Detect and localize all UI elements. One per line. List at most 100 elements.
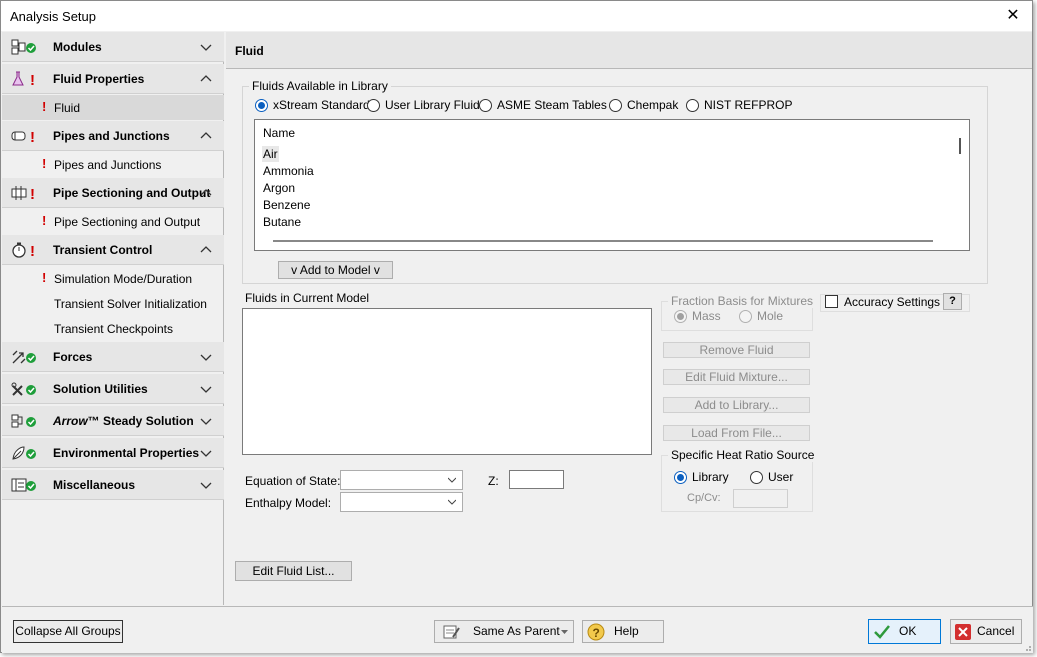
accuracy-settings-checkbox[interactable] [825, 295, 838, 308]
panel-title: Fluid [235, 44, 264, 58]
vertical-scrollbar-thumb[interactable] [959, 138, 961, 154]
collapse-all-groups-button[interactable]: Collapse All Groups [13, 620, 123, 643]
close-icon[interactable]: ✕ [1002, 6, 1024, 26]
sidebar-item-simulation-mode[interactable]: ! Simulation Mode/Duration [2, 266, 224, 291]
chevron-down-icon[interactable] [199, 414, 213, 428]
equation-of-state-select[interactable] [340, 470, 463, 490]
resize-grip-icon[interactable] [1022, 642, 1032, 652]
library-fluid-list[interactable]: Name Air Ammonia Argon Benzene Butane [254, 119, 970, 251]
chevron-down-icon [448, 499, 456, 505]
list-item[interactable]: Butane [262, 214, 302, 230]
sidebar-item-transient-checkpoints[interactable]: Transient Checkpoints [2, 316, 224, 341]
sidebar-item-transient-solver-initialization[interactable]: Transient Solver Initialization [2, 291, 224, 316]
svg-text:!: ! [30, 72, 35, 87]
chevron-up-icon[interactable] [199, 243, 213, 257]
sidebar-item-label: Transient Checkpoints [54, 322, 173, 336]
cancel-button[interactable]: Cancel [950, 619, 1022, 644]
sidebar-item-pipes-and-junctions[interactable]: ! Pipes and Junctions [2, 152, 224, 177]
radio-label: User Library Fluid [385, 98, 480, 112]
sidebar-group-label: Miscellaneous [53, 478, 136, 492]
list-item[interactable]: Benzene [262, 197, 311, 213]
fraction-mass-radio[interactable]: Mass [674, 309, 721, 323]
footer-bar: Collapse All Groups Same As Parent ? Hel… [2, 606, 1033, 653]
radio-indicator [367, 98, 380, 112]
arrow-brand: Arrow [53, 414, 88, 428]
sidebar-group-transient-control[interactable]: ! Transient Control [2, 235, 224, 265]
sidebar-group-modules[interactable]: Modules [2, 32, 224, 62]
fraction-mole-radio[interactable]: Mole [739, 309, 783, 323]
chevron-up-icon[interactable] [199, 129, 213, 143]
flask-icon: ! [12, 71, 35, 87]
chevron-down-icon[interactable] [199, 478, 213, 492]
z-input[interactable] [509, 470, 564, 489]
sidebar-group-pipe-sectioning[interactable]: ! Pipe Sectioning and Output [2, 178, 224, 208]
add-to-library-button[interactable]: Add to Library... [663, 397, 810, 413]
cpcv-input[interactable] [733, 489, 788, 508]
radio-indicator [686, 98, 699, 112]
source-xstream-standard-radio[interactable]: xStream Standard [255, 98, 370, 112]
remove-fluid-button[interactable]: Remove Fluid [663, 342, 810, 358]
accuracy-help-button[interactable]: ? [943, 293, 962, 310]
edit-fluid-mixture-button[interactable]: Edit Fluid Mixture... [663, 369, 810, 385]
enthalpy-model-select[interactable] [340, 492, 463, 512]
help-button[interactable]: ? Help [582, 620, 664, 643]
list-item[interactable]: Ammonia [262, 163, 315, 179]
chevron-down-icon[interactable] [199, 446, 213, 460]
cancel-icon [955, 624, 971, 640]
radio-label: Mole [757, 309, 784, 323]
source-asme-steam-radio[interactable]: ASME Steam Tables [479, 98, 607, 112]
radio-indicator [739, 309, 752, 323]
sidebar-group-miscellaneous[interactable]: Miscellaneous [2, 470, 224, 500]
chevron-down-icon [448, 477, 456, 483]
sidebar-group-label: Fluid Properties [53, 72, 145, 86]
pipes-icon: ! [11, 129, 35, 144]
same-as-parent-label: Same As Parent [473, 624, 560, 638]
pipe-sectioning-icon: ! [11, 186, 35, 201]
chevron-up-icon[interactable] [199, 72, 213, 86]
add-to-model-button[interactable]: v Add to Model v [278, 261, 393, 279]
source-chempak-radio[interactable]: Chempak [609, 98, 678, 112]
horizontal-scrollbar-thumb[interactable] [273, 240, 933, 242]
stopwatch-icon: ! [12, 242, 35, 258]
steady-solution-icon [11, 414, 36, 428]
sidebar-group-steady-solution[interactable]: Arrow™ Steady Solution [2, 406, 224, 436]
list-item[interactable]: Argon [262, 180, 296, 196]
environment-icon [12, 446, 36, 460]
sidebar-item-pipe-sectioning-and-output[interactable]: ! Pipe Sectioning and Output [2, 209, 224, 234]
sidebar-group-solution-utilities[interactable]: Solution Utilities [2, 374, 224, 404]
chevron-down-icon[interactable] [199, 382, 213, 396]
accuracy-settings-label: Accuracy Settings [844, 295, 941, 309]
ok-label: OK [899, 624, 917, 638]
sidebar-item-fluid[interactable]: ! Fluid [2, 95, 224, 120]
sidebar-group-environmental-properties[interactable]: Environmental Properties [2, 438, 224, 468]
sidebar-group-label: Modules [53, 40, 102, 54]
sidebar-group-label-text: ™ Steady Solution [87, 414, 194, 428]
radio-indicator [479, 98, 492, 112]
edit-fluid-list-button[interactable]: Edit Fluid List... [235, 561, 352, 581]
sidebar-group-forces[interactable]: Forces [2, 342, 224, 372]
current-model-fluid-list[interactable] [242, 308, 652, 455]
sidebar-group-label: Solution Utilities [53, 382, 148, 396]
sidebar-group-fluid-properties[interactable]: ! Fluid Properties [2, 64, 224, 94]
radio-label: ASME Steam Tables [497, 98, 607, 112]
chevron-up-icon[interactable] [199, 186, 213, 200]
specific-heat-user-radio[interactable]: User [750, 470, 793, 484]
notepad-icon [443, 625, 460, 639]
specific-heat-library-radio[interactable]: Library [674, 470, 729, 484]
same-as-parent-button[interactable]: Same As Parent [434, 620, 574, 643]
help-label: Help [614, 624, 639, 638]
load-from-file-button[interactable]: Load From File... [663, 425, 810, 441]
ok-button[interactable]: OK [868, 619, 941, 644]
source-nist-refprop-radio[interactable]: NIST REFPROP [686, 98, 792, 112]
source-user-library-radio[interactable]: User Library Fluid [367, 98, 480, 112]
sidebar-group-pipes-and-junctions[interactable]: ! Pipes and Junctions [2, 121, 224, 151]
chevron-down-icon[interactable] [199, 40, 213, 54]
sidebar-group-label: Pipe Sectioning and Output [53, 186, 211, 200]
error-icon: ! [42, 99, 47, 114]
svg-text:!: ! [30, 243, 35, 258]
fraction-basis-legend: Fraction Basis for Mixtures [668, 294, 817, 308]
list-item[interactable]: Air [262, 146, 279, 162]
chevron-down-icon[interactable] [199, 350, 213, 364]
sidebar-item-label: Pipe Sectioning and Output [54, 215, 201, 229]
sidebar: Modules ! Fluid Properties ! Fluid ! Pip… [2, 32, 224, 605]
